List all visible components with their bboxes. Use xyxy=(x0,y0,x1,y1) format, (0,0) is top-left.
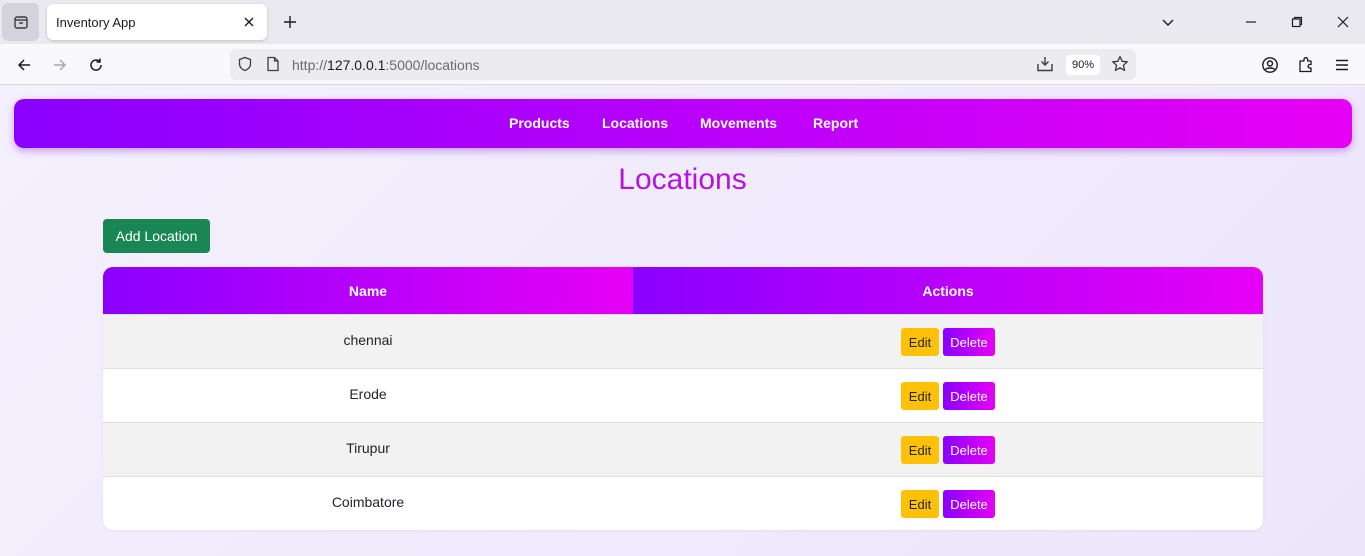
nav-link-report[interactable]: Report xyxy=(813,115,858,131)
zoom-level-badge[interactable]: 90% xyxy=(1066,55,1100,75)
page-content: Products Locations Movements Report Loca… xyxy=(0,86,1365,556)
table-row: Coimbatore Edit Delete xyxy=(103,476,1263,530)
minimize-icon[interactable] xyxy=(1240,11,1262,33)
address-bar[interactable]: http://127.0.0.1:5000/locations 90% xyxy=(230,49,1136,80)
location-name: Coimbatore xyxy=(331,494,405,510)
column-header-name: Name xyxy=(103,267,633,314)
locations-table: Name Actions chennai Edit Delete Erode E… xyxy=(103,267,1263,530)
url-text: http://127.0.0.1:5000/locations xyxy=(292,57,480,73)
location-name: Erode xyxy=(349,386,387,402)
nav-link-products[interactable]: Products xyxy=(509,115,570,131)
table-row: Erode Edit Delete xyxy=(103,368,1263,422)
delete-button[interactable]: Delete xyxy=(943,328,995,356)
tab-overview-icon xyxy=(13,16,28,29)
column-header-actions: Actions xyxy=(633,267,1263,314)
bookmark-star-icon[interactable] xyxy=(1111,55,1129,78)
tab-overview-button[interactable] xyxy=(2,3,39,41)
location-name: chennai xyxy=(343,332,393,348)
restore-icon[interactable] xyxy=(1286,11,1308,33)
reload-icon[interactable] xyxy=(84,53,108,77)
tab-title: Inventory App xyxy=(56,14,136,30)
location-name: Tirupur xyxy=(346,440,390,456)
close-window-icon[interactable] xyxy=(1332,11,1354,33)
delete-button[interactable]: Delete xyxy=(943,436,995,464)
page-title: Locations xyxy=(618,163,747,196)
page-info-icon[interactable] xyxy=(266,56,280,77)
browser-tab[interactable]: Inventory App xyxy=(47,4,267,40)
account-icon[interactable] xyxy=(1258,53,1282,77)
table-row: chennai Edit Delete xyxy=(103,314,1263,368)
close-tab-icon[interactable] xyxy=(239,12,259,32)
delete-button[interactable]: Delete xyxy=(943,490,995,518)
browser-tab-strip: Inventory App xyxy=(0,0,1365,44)
edit-button[interactable]: Edit xyxy=(901,328,939,356)
shield-icon[interactable] xyxy=(237,56,253,77)
back-arrow-icon[interactable] xyxy=(12,53,36,77)
edit-button[interactable]: Edit xyxy=(901,436,939,464)
table-row: Tirupur Edit Delete xyxy=(103,422,1263,476)
edit-button[interactable]: Edit xyxy=(901,382,939,410)
save-page-icon[interactable] xyxy=(1036,56,1054,77)
list-tabs-chevron-icon[interactable] xyxy=(1157,11,1179,33)
extensions-icon[interactable] xyxy=(1294,53,1318,77)
nav-link-locations[interactable]: Locations xyxy=(602,115,668,131)
site-navbar: Products Locations Movements Report xyxy=(14,99,1352,148)
nav-link-movements[interactable]: Movements xyxy=(700,115,777,131)
add-location-button[interactable]: Add Location xyxy=(103,219,210,253)
edit-button[interactable]: Edit xyxy=(901,490,939,518)
menu-hamburger-icon[interactable] xyxy=(1330,53,1354,77)
browser-nav-bar: http://127.0.0.1:5000/locations 90% xyxy=(0,44,1365,85)
new-tab-icon[interactable] xyxy=(279,11,301,33)
delete-button[interactable]: Delete xyxy=(943,382,995,410)
forward-arrow-icon[interactable] xyxy=(48,53,72,77)
